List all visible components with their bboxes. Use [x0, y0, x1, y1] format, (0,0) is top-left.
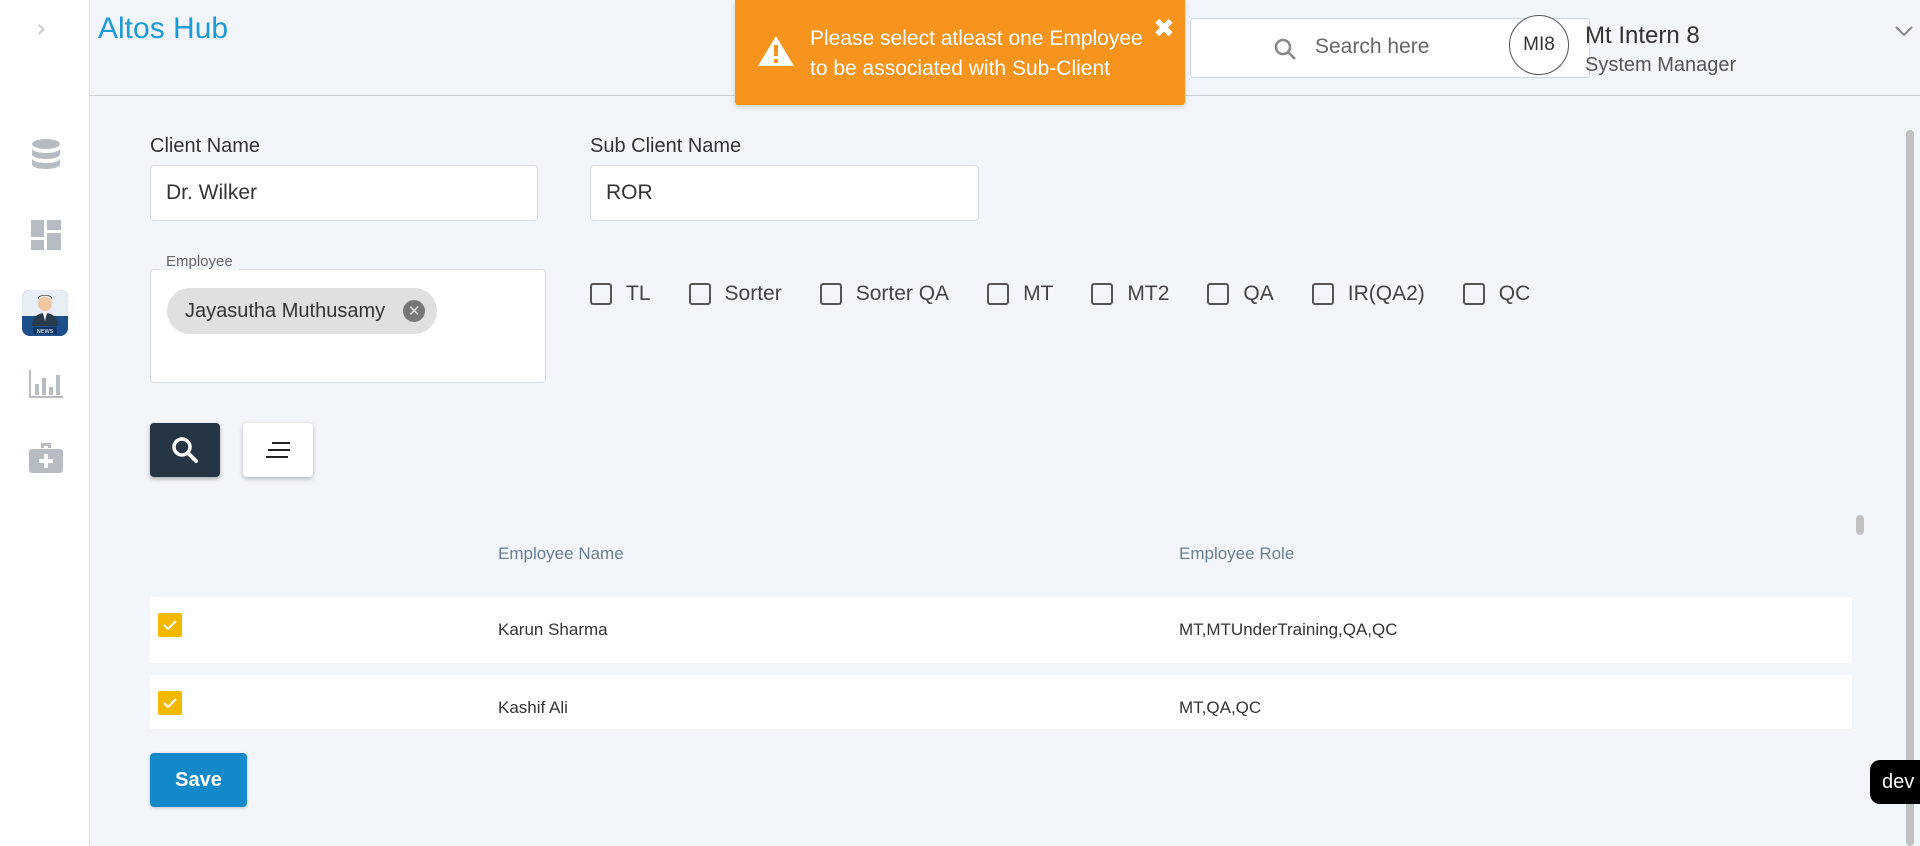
role-label: QC: [1498, 282, 1531, 305]
sub-client-name-label: Sub Client Name: [590, 135, 742, 157]
role-label: IR(QA2): [1347, 282, 1425, 305]
avatar[interactable]: MI8: [1509, 15, 1569, 75]
role-checkbox-tl[interactable]: TL: [590, 282, 651, 306]
role-label: TL: [626, 282, 651, 305]
checkbox[interactable]: [819, 283, 842, 305]
role-label: MT: [1023, 282, 1054, 305]
sidebar: › NEWS: [0, 0, 90, 846]
row-checkbox[interactable]: [158, 613, 182, 637]
svg-text:NEWS: NEWS: [37, 329, 54, 335]
role-checkbox-mt2[interactable]: MT2: [1091, 282, 1169, 306]
role-checkbox-qc[interactable]: QC: [1462, 282, 1531, 306]
page-scrollbar[interactable]: [1906, 130, 1914, 846]
role-filter-checkboxes: TL Sorter Sorter QA MT MT2 QA IR(QA2) QC: [590, 282, 1568, 306]
checkbox[interactable]: [1311, 283, 1334, 305]
table-row[interactable]: Kashif Ali MT,QA,QC: [150, 675, 1852, 729]
role-checkbox-sorter[interactable]: Sorter: [688, 282, 782, 306]
client-name-label: Client Name: [150, 135, 261, 157]
role-checkbox-sorter-qa[interactable]: Sorter QA: [819, 282, 950, 306]
client-name-field[interactable]: [150, 165, 538, 221]
table-scrollbar[interactable]: [1856, 515, 1864, 535]
chevron-right-icon[interactable]: ›: [36, 14, 46, 44]
employee-chip: Jayasutha Muthusamy ✕: [167, 288, 438, 334]
user-role: System Manager: [1585, 54, 1737, 76]
clear-filter-button[interactable]: [243, 423, 313, 477]
news-avatar-icon[interactable]: NEWS: [22, 290, 68, 336]
filter-lines-icon: [266, 442, 290, 458]
warning-icon: [757, 34, 795, 73]
sub-client-name-input[interactable]: [606, 181, 946, 205]
checkbox[interactable]: [1207, 283, 1230, 305]
employee-role-cell: MT,MTUnderTraining,QA,QC: [1179, 620, 1398, 639]
role-checkbox-ir-qa2[interactable]: IR(QA2): [1311, 282, 1425, 306]
employee-chip-label: Jayasutha Muthusamy: [185, 299, 386, 322]
search-icon: [172, 437, 198, 463]
check-icon: [163, 698, 177, 709]
role-label: Sorter QA: [855, 282, 950, 305]
employee-name-cell: Karun Sharma: [498, 620, 608, 639]
column-header-employee-role[interactable]: Employee Role: [1179, 544, 1294, 564]
employee-multiselect[interactable]: Jayasutha Muthusamy ✕: [150, 269, 546, 383]
check-icon: [163, 620, 177, 631]
role-label: MT2: [1127, 282, 1170, 305]
chevron-down-icon[interactable]: [1894, 24, 1914, 43]
checkbox[interactable]: [1091, 283, 1114, 305]
row-checkbox[interactable]: [158, 691, 182, 715]
medkit-icon[interactable]: [28, 440, 64, 476]
bar-chart-icon[interactable]: [28, 366, 64, 402]
chip-remove-icon[interactable]: ✕: [403, 300, 426, 322]
table-row[interactable]: Karun Sharma MT,MTUnderTraining,QA,QC: [150, 597, 1852, 663]
toast-message: Please select atleast one Employee to be…: [810, 27, 1143, 80]
brand-title[interactable]: Altos Hub: [98, 12, 228, 46]
dashboard-icon[interactable]: [28, 217, 64, 253]
role-checkbox-mt[interactable]: MT: [987, 282, 1053, 306]
warning-toast: Please select atleast one Employee to be…: [735, 0, 1185, 105]
search-icon: [1273, 37, 1297, 66]
search-button[interactable]: [150, 423, 220, 477]
checkbox[interactable]: [1462, 283, 1485, 305]
role-checkbox-qa[interactable]: QA: [1207, 282, 1274, 306]
checkbox[interactable]: [987, 283, 1010, 305]
column-header-employee-name[interactable]: Employee Name: [498, 544, 624, 564]
user-name: Mt Intern 8: [1585, 22, 1700, 49]
save-button[interactable]: Save: [150, 753, 247, 807]
checkbox[interactable]: [590, 283, 612, 305]
role-label: QA: [1243, 282, 1274, 305]
database-icon[interactable]: [28, 137, 64, 173]
employee-name-cell: Kashif Ali: [498, 698, 568, 717]
role-label: Sorter: [724, 282, 782, 305]
employee-legend: Employee: [160, 253, 239, 270]
sub-client-name-field[interactable]: [590, 165, 979, 221]
client-name-input[interactable]: [166, 181, 506, 205]
employee-role-cell: MT,QA,QC: [1179, 698, 1262, 717]
checkbox[interactable]: [688, 283, 711, 305]
close-icon[interactable]: ✖: [1153, 14, 1175, 44]
environment-badge: dev: [1870, 760, 1920, 804]
